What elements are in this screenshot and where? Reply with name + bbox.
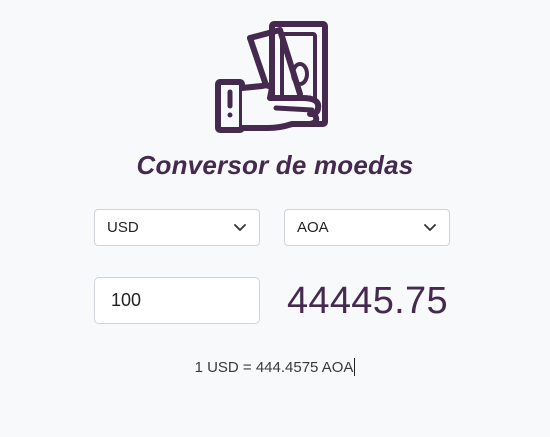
- exchange-rate-label: 1 USD = 444.4575 AOA: [194, 359, 354, 376]
- text-caret: [354, 358, 356, 376]
- chevron-down-icon: [233, 221, 247, 235]
- to-currency-select[interactable]: AOA: [284, 209, 450, 246]
- to-currency-value: AOA: [297, 219, 329, 236]
- from-currency-select[interactable]: USD: [94, 209, 260, 246]
- page-title: Conversor de moedas: [136, 150, 414, 180]
- from-currency-value: USD: [107, 219, 139, 236]
- amount-input[interactable]: [94, 277, 260, 324]
- money-hand-icon: [210, 18, 335, 136]
- exchange-rate-text: 1 USD = 444.4575 AOA: [0, 358, 550, 376]
- chevron-down-icon: [423, 221, 437, 235]
- converted-result: 44445.75: [287, 280, 448, 322]
